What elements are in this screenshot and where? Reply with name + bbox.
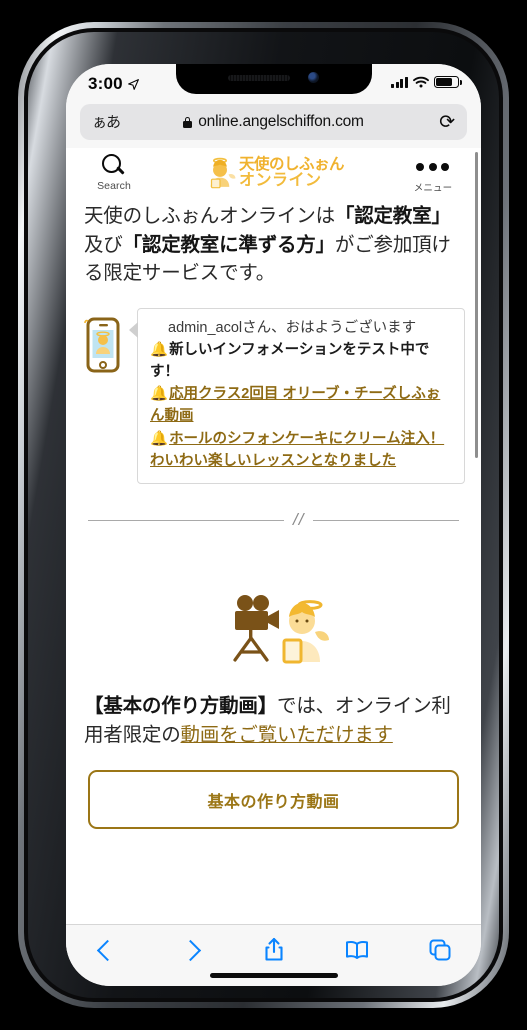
page-scrollbar[interactable] bbox=[474, 152, 478, 458]
share-button[interactable] bbox=[251, 935, 297, 965]
browser-address-area: ぁあ online.angelschiffon.com ⟳ bbox=[66, 102, 481, 148]
notification-item-text: 新しいインフォメーションをテスト中です！ bbox=[150, 341, 430, 380]
search-button[interactable]: Search bbox=[86, 154, 142, 192]
earpiece-speaker bbox=[227, 75, 290, 81]
lock-icon bbox=[183, 116, 193, 128]
search-icon bbox=[101, 154, 127, 180]
notification-greeting: admin_acolさん、おはようございます bbox=[168, 319, 417, 336]
bell-icon: 🔔 bbox=[150, 386, 169, 403]
notification-item-link[interactable]: ホールのシフォンケーキにクリーム注入！わいわい楽しいレッスンとなりました bbox=[150, 431, 444, 469]
back-chevron-icon bbox=[96, 939, 119, 961]
iphone-device-frame: 3:00 ぁあ online.angelschiffon.com ⟳ Searc… bbox=[18, 22, 509, 1008]
promo-bold: 【基本の作り方動画】 bbox=[84, 695, 278, 718]
site-logo[interactable]: 天使のしふぉん オンライン bbox=[203, 156, 345, 190]
home-indicator[interactable] bbox=[209, 973, 338, 978]
notch bbox=[175, 64, 372, 94]
url-text: online.angelschiffon.com bbox=[198, 113, 364, 130]
video-angel-illustration bbox=[82, 592, 465, 664]
divider-mark: // bbox=[293, 510, 305, 530]
status-indicators bbox=[391, 74, 462, 88]
wifi-icon bbox=[413, 76, 429, 88]
bookmarks-button[interactable] bbox=[334, 935, 380, 965]
lead-bold-1: 「認定教室」 bbox=[334, 205, 451, 227]
screenshot-root: 3:00 ぁあ online.angelschiffon.com ⟳ Searc… bbox=[0, 0, 527, 1030]
phone-screen: 3:00 ぁあ online.angelschiffon.com ⟳ Searc… bbox=[66, 64, 481, 986]
status-time-group: 3:00 bbox=[88, 74, 140, 94]
web-page-viewport: Search 天使のしふぉん オンライン メニュー 天使のしふぉんオンラインは「… bbox=[66, 148, 481, 924]
logo-text: 天使のしふぉん オンライン bbox=[238, 156, 345, 189]
location-arrow-icon bbox=[127, 78, 139, 90]
smartphone-icon bbox=[84, 308, 128, 379]
promo-link[interactable]: 動画をご覧いただけます bbox=[181, 724, 394, 746]
signal-bars-icon bbox=[391, 76, 408, 88]
tabs-button[interactable] bbox=[417, 935, 463, 965]
status-time: 3:00 bbox=[88, 74, 123, 93]
menu-button[interactable]: メニュー bbox=[405, 154, 461, 194]
divider-line-right bbox=[313, 519, 459, 521]
notification-item[interactable]: 🔔応用クラス2回目 オリーブ・チーズしふぉん動画 bbox=[150, 384, 452, 428]
divider-line-left bbox=[88, 519, 284, 521]
notification-item[interactable]: 🔔ホールのシフォンケーキにクリーム注入！わいわい楽しいレッスンとなりました bbox=[150, 429, 452, 473]
page-content: Search 天使のしふぉん オンライン メニュー 天使のしふぉんオンラインは「… bbox=[66, 148, 481, 830]
lead-part-1: 天使のしふぉんオンラインは bbox=[84, 205, 335, 227]
url-display: online.angelschiffon.com bbox=[80, 113, 467, 131]
logo-line-1: 天使のしふぉん bbox=[238, 156, 345, 174]
address-bar[interactable]: ぁあ online.angelschiffon.com ⟳ bbox=[80, 104, 467, 140]
notification-item: 🔔新しいインフォメーションをテスト中です！ bbox=[150, 340, 452, 384]
reload-icon[interactable]: ⟳ bbox=[439, 113, 455, 132]
lead-bold-2: 「認定教室に準ずる方」 bbox=[122, 233, 336, 256]
promo-paragraph: 【基本の作り方動画】では、オンライン利用者限定の動画をご覧いただけます bbox=[84, 692, 463, 750]
notification-block: admin_acolさん、おはようございます 🔔新しいインフォメーションをテスト… bbox=[84, 307, 465, 485]
book-icon bbox=[345, 941, 368, 959]
bell-icon: 🔔 bbox=[150, 430, 169, 447]
notification-bubble: admin_acolさん、おはようございます 🔔新しいインフォメーションをテスト… bbox=[129, 307, 465, 485]
forward-button[interactable] bbox=[168, 935, 214, 965]
ellipsis-icon bbox=[416, 154, 450, 180]
lead-part-2: 及び bbox=[84, 233, 123, 256]
menu-label: メニュー bbox=[413, 183, 453, 194]
tabs-icon bbox=[429, 939, 450, 961]
angel-logo-icon bbox=[210, 157, 236, 189]
bell-icon: 🔔 bbox=[150, 341, 169, 358]
forward-chevron-icon bbox=[179, 939, 202, 961]
front-camera bbox=[307, 72, 319, 83]
site-header: Search 天使のしふぉん オンライン メニュー bbox=[82, 148, 465, 196]
back-button[interactable] bbox=[85, 935, 131, 965]
search-label: Search bbox=[97, 180, 131, 192]
logo-line-2: オンライン bbox=[238, 171, 322, 189]
notification-item-link[interactable]: 応用クラス2回目 オリーブ・チーズしふぉん動画 bbox=[150, 386, 440, 424]
basic-video-button[interactable]: 基本の作り方動画 bbox=[88, 770, 459, 830]
share-icon bbox=[264, 937, 283, 961]
section-divider: // bbox=[88, 510, 459, 530]
battery-icon bbox=[434, 76, 462, 88]
text-size-button[interactable]: ぁあ bbox=[92, 115, 121, 130]
device-inner-bezel: 3:00 ぁあ online.angelschiffon.com ⟳ Searc… bbox=[28, 32, 499, 998]
device-bezel: 3:00 ぁあ online.angelschiffon.com ⟳ Searc… bbox=[24, 28, 503, 1002]
lead-paragraph: 天使のしふぉんオンラインは「認定教室」及び「認定教室に準ずる方」がご参加頂ける限… bbox=[84, 202, 463, 288]
movie-camera-and-angel-icon bbox=[232, 595, 329, 664]
